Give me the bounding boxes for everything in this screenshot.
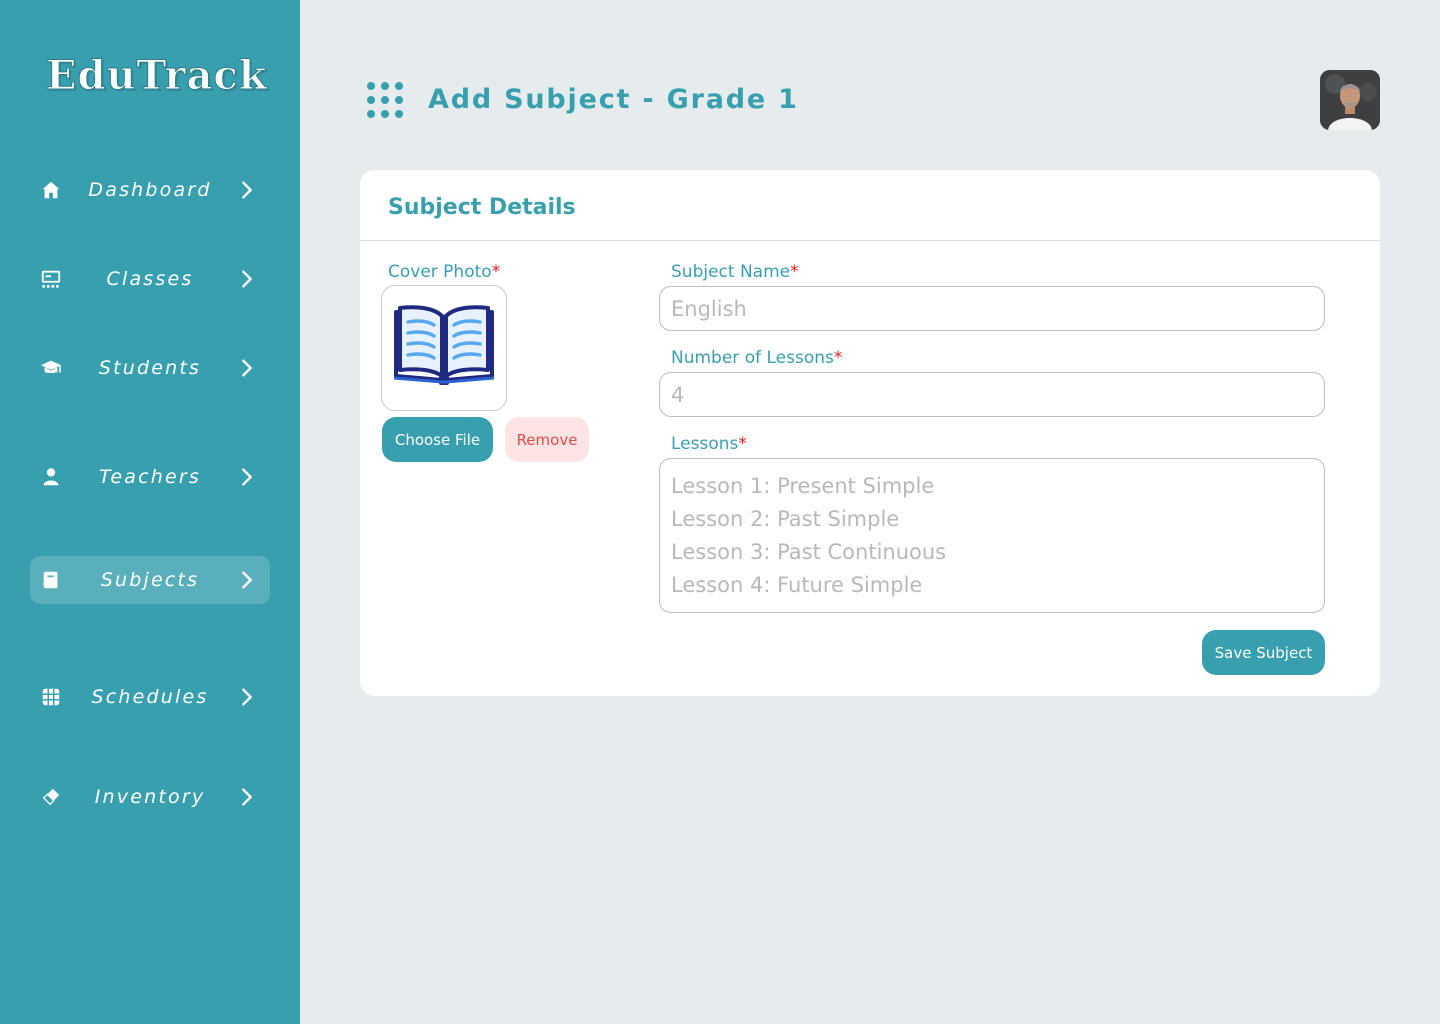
graduation-cap-icon: [40, 357, 62, 379]
lesson-line: Lesson 4: Future Simple: [671, 573, 923, 597]
dots-grid-icon[interactable]: [366, 81, 404, 119]
lessons-label: Lessons*: [671, 432, 747, 456]
app-logo: EduTrack: [45, 52, 268, 100]
lessons-label-text: Lessons: [671, 434, 739, 454]
person-icon: [40, 466, 62, 488]
sidebar-item-classes[interactable]: Classes: [30, 255, 270, 303]
required-mark: *: [833, 348, 843, 368]
remove-photo-button[interactable]: Remove: [505, 417, 589, 462]
divider: [360, 240, 1380, 241]
sidebar-item-schedules[interactable]: Schedules: [30, 673, 270, 721]
section-title: Subject Details: [388, 195, 576, 220]
required-mark: *: [491, 262, 501, 282]
chevron-right-icon: [236, 786, 258, 808]
lesson-line: Lesson 1: Present Simple: [671, 474, 935, 498]
book-icon: [40, 569, 62, 591]
sidebar-item-teachers[interactable]: Teachers: [30, 453, 270, 501]
cover-photo-label-text: Cover Photo: [388, 262, 492, 282]
lesson-line: Lesson 2: Past Simple: [671, 507, 900, 531]
number-of-lessons-label-text: Number of Lessons: [671, 348, 834, 368]
cover-photo-preview: [381, 285, 507, 411]
sidebar-item-dashboard[interactable]: Dashboard: [30, 166, 270, 214]
sidebar-item-subjects[interactable]: Subjects: [30, 556, 270, 604]
home-icon: [40, 179, 62, 201]
sidebar-item-students[interactable]: Students: [30, 344, 270, 392]
classroom-board-icon: [40, 268, 62, 290]
subject-name-label-text: Subject Name: [671, 262, 791, 282]
subject-name-label: Subject Name*: [671, 260, 799, 284]
number-of-lessons-label: Number of Lessons*: [671, 346, 842, 370]
sidebar-item-label: Subjects: [100, 569, 200, 591]
chevron-right-icon: [236, 466, 258, 488]
choose-file-button[interactable]: Choose File: [382, 417, 493, 462]
sidebar-item-label: Dashboard: [88, 179, 212, 201]
required-mark: *: [738, 434, 747, 454]
subject-name-input[interactable]: [659, 286, 1325, 331]
calendar-grid-icon: [40, 686, 62, 708]
eraser-icon: [40, 786, 62, 808]
open-book-icon: [390, 304, 498, 392]
sidebar-item-label: Teachers: [98, 466, 202, 488]
number-of-lessons-input[interactable]: [659, 372, 1325, 417]
sidebar: EduTrack Dashboard Classes Students Teac…: [0, 0, 300, 1024]
sidebar-item-label: Inventory: [94, 786, 206, 808]
subject-details-card: Subject Details Cover Photo* Choose File…: [360, 170, 1380, 696]
lesson-line: Lesson 3: Past Continuous: [671, 540, 947, 564]
chevron-right-icon: [236, 179, 258, 201]
sidebar-item-label: Classes: [106, 268, 194, 290]
cover-photo-label: Cover Photo*: [388, 260, 500, 284]
chevron-right-icon: [236, 686, 258, 708]
user-avatar[interactable]: [1320, 70, 1380, 130]
page-title: Add Subject - Grade 1: [428, 84, 799, 115]
chevron-right-icon: [236, 569, 258, 591]
chevron-right-icon: [236, 357, 258, 379]
save-subject-button[interactable]: Save Subject: [1202, 630, 1325, 675]
required-mark: *: [790, 262, 799, 282]
lessons-textarea[interactable]: Lesson 1: Present Simple Lesson 2: Past …: [659, 458, 1325, 613]
sidebar-item-label: Schedules: [91, 686, 209, 708]
sidebar-item-inventory[interactable]: Inventory: [30, 773, 270, 821]
sidebar-item-label: Students: [98, 357, 202, 379]
chevron-right-icon: [236, 268, 258, 290]
